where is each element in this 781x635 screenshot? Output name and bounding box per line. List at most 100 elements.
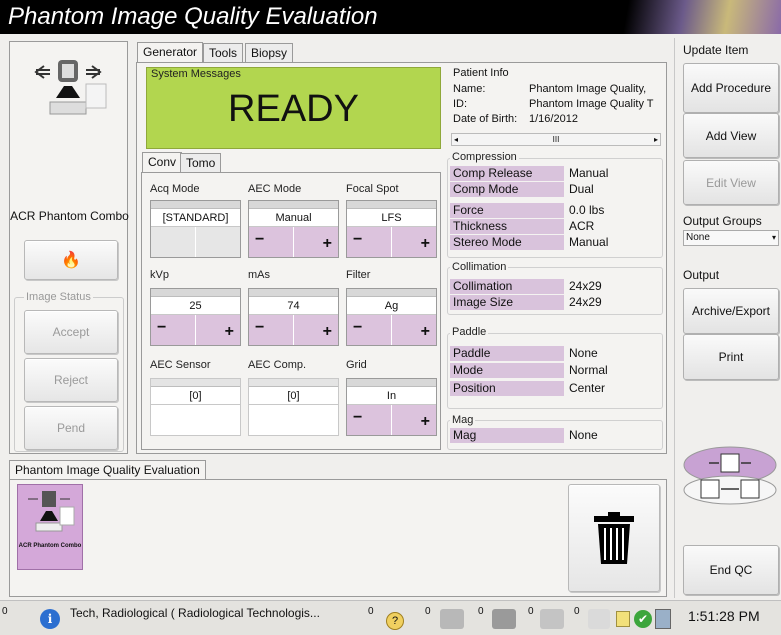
mas-plus-button[interactable]: + [294,315,338,345]
focal-spot-control[interactable]: LFS − + [346,200,437,258]
output-status-icon[interactable] [540,609,564,629]
trash-icon [594,512,634,564]
image-status-label: Image Status [24,291,93,303]
comp-mode-label: Comp Mode [450,182,564,197]
accept-button[interactable]: Accept [24,310,118,354]
scroll-right-icon[interactable]: ▸ [654,134,658,145]
stereo-mode-label: Stereo Mode [450,235,564,250]
help-icon[interactable]: ? [386,612,404,630]
kvp-control[interactable]: 25 − + [150,288,241,346]
aec-mode-label: AEC Mode [248,183,302,195]
pend-button[interactable]: Pend [24,406,118,450]
add-view-button[interactable]: Add View [683,113,779,158]
grid-plus-button[interactable]: + [392,405,436,435]
filter-label: Filter [346,269,371,281]
aec-comp-value: [0] [249,387,338,405]
filter-control[interactable]: Ag − + [346,288,437,346]
collimation-value: 24x29 [569,279,602,293]
paddle-mode-label: Mode [450,363,564,378]
grid-minus-button[interactable]: − [347,405,392,435]
image-size-value: 24x29 [569,295,602,309]
notes-icon[interactable] [616,611,630,627]
network-status-icon[interactable] [492,609,516,629]
grid-control[interactable]: In − + [346,378,437,436]
right-divider [674,38,675,598]
focal-spot-minus-button[interactable]: − [347,227,392,257]
output-groups-value: None [686,232,710,243]
clock: 1:51:28 PM [688,608,760,624]
output-label: Output [683,268,720,282]
mas-minus-button[interactable]: − [249,315,294,345]
aec-mode-minus-button[interactable]: − [249,227,294,257]
patient-name-label: Name: [453,83,486,95]
ready-status: READY [228,88,359,130]
focal-spot-label: Focal Spot [346,183,399,195]
tab-tools[interactable]: Tools [203,43,244,63]
paddle-mode-value: Normal [569,363,608,377]
reject-button[interactable]: Reject [24,358,118,402]
thickness-label: Thickness [450,219,564,234]
collimation-header: Collimation [450,261,509,273]
mas-control[interactable]: 74 − + [248,288,339,346]
gantry-status-icon[interactable] [440,609,464,629]
system-icon[interactable] [655,609,671,629]
app-title: Phantom Image Quality Evaluation [8,3,378,30]
kvp-label: kVp [150,269,169,281]
acq-mode-label: Acq Mode [150,183,200,195]
output-groups-select[interactable]: None ▾ [683,230,779,246]
tab-conv[interactable]: Conv [142,152,183,173]
print-button[interactable]: Print [683,334,779,380]
focal-spot-plus-button[interactable]: + [392,227,436,257]
system-messages-label: System Messages [151,68,241,80]
dropdown-arrow-icon[interactable]: ▾ [772,231,776,245]
image-size-label: Image Size [450,295,564,310]
grid-value: In [347,387,436,405]
trash-button[interactable] [568,484,660,592]
scroll-left-icon[interactable]: ◂ [454,134,458,145]
grid-label: Grid [346,359,367,371]
title-bar: Phantom Image Quality Evaluation [0,0,781,34]
paddle-shift-icon[interactable] [681,444,779,506]
mag-header: Mag [450,414,476,426]
patient-scrollbar[interactable]: ◂ III ▸ [451,133,661,146]
paddle-value: None [569,346,598,360]
focal-spot-value: LFS [347,209,436,227]
patient-name-value: Phantom Image Quality, [529,83,647,95]
aec-mode-plus-button[interactable]: + [294,227,338,257]
archive-export-button[interactable]: Archive/Export [683,288,779,334]
gantry-count: 0 [425,606,431,617]
edit-view-button[interactable]: Edit View [683,160,779,205]
tab-phantom-evaluation[interactable]: Phantom Image Quality Evaluation [9,460,206,480]
aec-sensor-value: [0] [151,387,240,405]
tab-generator[interactable]: Generator [137,42,204,64]
aec-mode-control[interactable]: Manual − + [248,200,339,258]
update-item-label: Update Item [683,43,749,57]
add-procedure-button[interactable]: Add Procedure [683,63,779,113]
acr-phantom-thumbnail[interactable]: ACR Phantom Combo [17,484,83,570]
status-left-count: 0 [2,606,8,617]
aec-mode-value: Manual [249,209,338,227]
current-user: Tech, Radiological ( Radiological Techno… [70,606,320,620]
aec-comp-control[interactable]: [0] [248,378,339,436]
system-messages-box: System Messages READY [146,67,441,149]
force-label: Force [450,203,564,218]
kvp-minus-button[interactable]: − [151,315,196,345]
filter-plus-button[interactable]: + [392,315,436,345]
force-value: 0.0 lbs [569,203,605,217]
kvp-plus-button[interactable]: + [196,315,240,345]
checkmark-icon[interactable]: ✔ [634,610,652,628]
patient-dob-label: Date of Birth: [453,113,518,125]
filter-minus-button[interactable]: − [347,315,392,345]
flame-icon: 🔥 [61,252,81,269]
flame-button[interactable]: 🔥 [24,240,118,280]
acq-mode-control[interactable]: [STANDARD] [150,200,241,258]
info-icon[interactable]: i [40,609,60,629]
print-count: 0 [574,606,580,617]
end-qc-button[interactable]: End QC [683,545,779,595]
aec-sensor-control[interactable]: [0] [150,378,241,436]
print-status-icon[interactable] [588,609,610,629]
scroll-thumb-grip[interactable]: III [553,135,560,144]
tab-tomo[interactable]: Tomo [180,153,222,173]
tab-biopsy[interactable]: Biopsy [245,43,294,63]
paddle-position-value: Center [569,381,606,395]
